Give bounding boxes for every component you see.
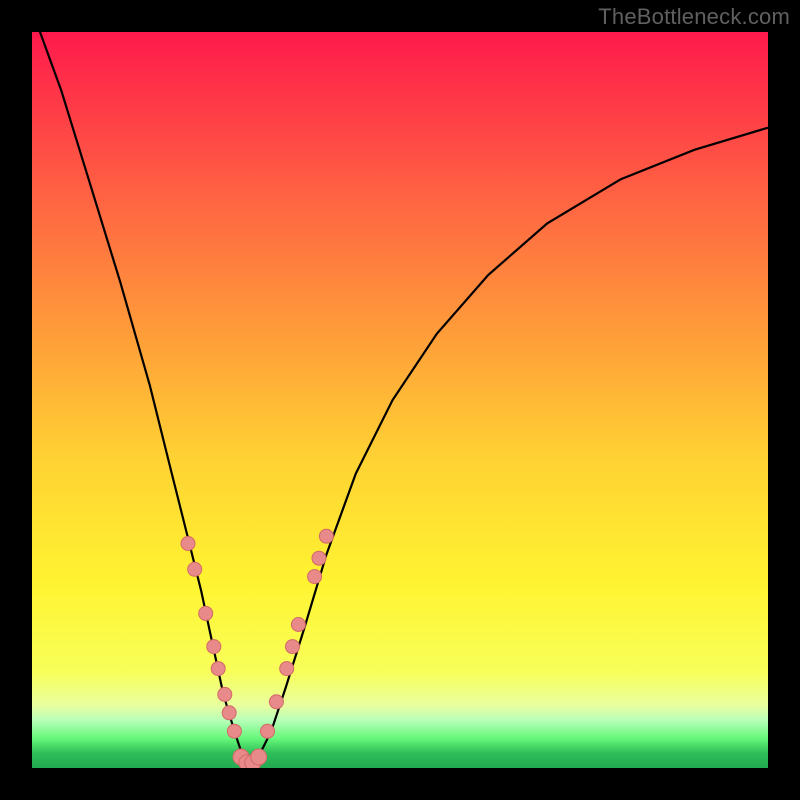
- bottleneck-curve: [32, 32, 768, 764]
- marker-dot: [199, 606, 213, 620]
- marker-dot: [222, 706, 236, 720]
- marker-dot: [218, 687, 232, 701]
- marker-dot: [227, 724, 241, 738]
- marker-dot: [261, 724, 275, 738]
- marker-dot: [280, 662, 294, 676]
- marker-dot: [251, 749, 267, 765]
- marker-dot: [312, 551, 326, 565]
- marker-dot: [181, 537, 195, 551]
- marker-dot: [291, 618, 305, 632]
- curve-layer: [32, 32, 768, 768]
- marker-dot: [269, 695, 283, 709]
- watermark-text: TheBottleneck.com: [598, 4, 790, 30]
- marker-dot: [286, 640, 300, 654]
- marker-dot: [188, 562, 202, 576]
- marker-dot: [308, 570, 322, 584]
- plot-area: [32, 32, 768, 768]
- marker-dot: [319, 529, 333, 543]
- marker-dot: [207, 640, 221, 654]
- marker-dots: [181, 529, 333, 768]
- chart-frame: TheBottleneck.com: [0, 0, 800, 800]
- marker-dot: [211, 662, 225, 676]
